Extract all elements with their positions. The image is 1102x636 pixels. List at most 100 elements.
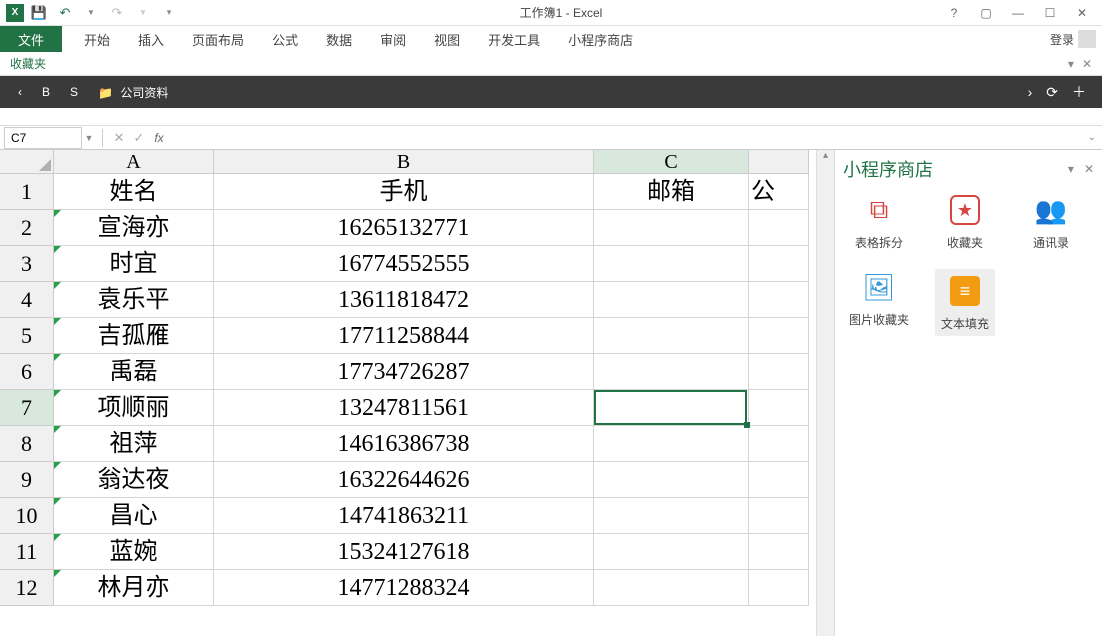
cell[interactable] xyxy=(749,390,809,426)
select-all-corner[interactable] xyxy=(0,150,54,174)
cell[interactable] xyxy=(594,498,749,534)
maximize-button[interactable]: ☐ xyxy=(1038,3,1062,23)
panel-close-icon[interactable]: ✕ xyxy=(1084,162,1094,176)
cell[interactable]: 13247811561 xyxy=(214,390,594,426)
cell[interactable]: 祖萍 xyxy=(54,426,214,462)
cell[interactable] xyxy=(594,390,749,426)
cell[interactable]: 14616386738 xyxy=(214,426,594,462)
breadcrumb-folder[interactable]: 📁 公司资料 xyxy=(88,84,178,101)
cell[interactable] xyxy=(749,246,809,282)
cell[interactable]: 昌心 xyxy=(54,498,214,534)
row-header[interactable]: 3 xyxy=(0,246,54,282)
cell[interactable]: 17711258844 xyxy=(214,318,594,354)
tab-home[interactable]: 开始 xyxy=(70,26,124,52)
cell[interactable]: 林月亦 xyxy=(54,570,214,606)
row-header[interactable]: 2 xyxy=(0,210,54,246)
cell[interactable]: 手机 xyxy=(214,174,594,210)
tab-view[interactable]: 视图 xyxy=(420,26,474,52)
cell[interactable]: 16322644626 xyxy=(214,462,594,498)
cell[interactable] xyxy=(594,354,749,390)
cell[interactable] xyxy=(594,318,749,354)
row-header[interactable]: 11 xyxy=(0,534,54,570)
qat-customize[interactable]: ▾ xyxy=(158,2,180,24)
cell[interactable] xyxy=(594,246,749,282)
name-box-dropdown[interactable]: ▼ xyxy=(82,133,96,143)
cell[interactable]: 禹磊 xyxy=(54,354,214,390)
refresh-icon[interactable]: ⟳ xyxy=(1046,84,1058,101)
cell[interactable]: 邮箱 xyxy=(594,174,749,210)
favbar-dropdown-icon[interactable]: ▾ xyxy=(1068,57,1074,71)
minimize-button[interactable]: — xyxy=(1006,3,1030,23)
col-header-a[interactable]: A xyxy=(54,150,214,174)
panel-dropdown-icon[interactable]: ▾ xyxy=(1068,162,1074,176)
tab-layout[interactable]: 页面布局 xyxy=(178,26,258,52)
cell[interactable]: 14741863211 xyxy=(214,498,594,534)
tab-review[interactable]: 审阅 xyxy=(366,26,420,52)
cell[interactable]: 16774552555 xyxy=(214,246,594,282)
cell[interactable] xyxy=(749,210,809,246)
redo-dropdown[interactable]: ▼ xyxy=(132,2,154,24)
login-button[interactable]: 登录 xyxy=(1050,30,1102,48)
accept-formula-icon[interactable]: ✓ xyxy=(129,130,149,146)
tab-file[interactable]: 文件 xyxy=(0,26,62,52)
row-header[interactable]: 6 xyxy=(0,354,54,390)
name-box[interactable]: C7 xyxy=(4,127,82,149)
cell[interactable]: 17734726287 xyxy=(214,354,594,390)
row-header[interactable]: 12 xyxy=(0,570,54,606)
tab-data[interactable]: 数据 xyxy=(312,26,366,52)
vertical-scrollbar[interactable]: ▴ xyxy=(816,150,834,636)
formula-expand-icon[interactable]: ⌄ xyxy=(1082,132,1102,143)
redo-button[interactable]: ↷ xyxy=(106,2,128,24)
cell[interactable]: 15324127618 xyxy=(214,534,594,570)
col-header-c[interactable]: C xyxy=(594,150,749,174)
app-item-split[interactable]: ⧉表格拆分 xyxy=(849,192,909,251)
cell[interactable] xyxy=(749,570,809,606)
formula-input[interactable] xyxy=(169,127,1082,149)
cell[interactable] xyxy=(594,462,749,498)
col-header-d[interactable] xyxy=(749,150,809,174)
app-item-text[interactable]: ≡文本填充 xyxy=(935,269,995,336)
help-button[interactable]: ? xyxy=(942,3,966,23)
row-header[interactable]: 9 xyxy=(0,462,54,498)
undo-dropdown[interactable]: ▼ xyxy=(80,2,102,24)
cell[interactable] xyxy=(749,318,809,354)
cancel-formula-icon[interactable]: ✕ xyxy=(109,130,129,146)
nav-back-icon[interactable]: ‹ xyxy=(8,85,32,99)
tab-developer[interactable]: 开发工具 xyxy=(474,26,554,52)
cell[interactable]: 蓝婉 xyxy=(54,534,214,570)
row-header[interactable]: 4 xyxy=(0,282,54,318)
cell[interactable] xyxy=(749,426,809,462)
ribbon-display-button[interactable]: ▢ xyxy=(974,3,998,23)
cell[interactable] xyxy=(749,534,809,570)
close-button[interactable]: ✕ xyxy=(1070,3,1094,23)
cell[interactable]: 吉孤雁 xyxy=(54,318,214,354)
cell[interactable] xyxy=(749,498,809,534)
row-header[interactable]: 10 xyxy=(0,498,54,534)
col-header-b[interactable]: B xyxy=(214,150,594,174)
app-item-pic[interactable]: 🖼图片收藏夹 xyxy=(849,269,909,336)
save-button[interactable]: 💾 xyxy=(28,2,50,24)
cell[interactable] xyxy=(594,570,749,606)
cell[interactable]: 14771288324 xyxy=(214,570,594,606)
fx-icon[interactable]: fx xyxy=(149,131,169,145)
tab-formula[interactable]: 公式 xyxy=(258,26,312,52)
cell[interactable]: 姓名 xyxy=(54,174,214,210)
cell[interactable] xyxy=(594,426,749,462)
row-header[interactable]: 7 xyxy=(0,390,54,426)
row-header[interactable]: 8 xyxy=(0,426,54,462)
cell[interactable]: 16265132771 xyxy=(214,210,594,246)
cell[interactable]: 公 xyxy=(749,174,809,210)
cell[interactable] xyxy=(594,210,749,246)
row-header[interactable]: 1 xyxy=(0,174,54,210)
cell[interactable] xyxy=(594,282,749,318)
cell[interactable]: 项顺丽 xyxy=(54,390,214,426)
tab-insert[interactable]: 插入 xyxy=(124,26,178,52)
cell[interactable]: 袁乐平 xyxy=(54,282,214,318)
cell[interactable]: 时宜 xyxy=(54,246,214,282)
row-header[interactable]: 5 xyxy=(0,318,54,354)
app-item-fav[interactable]: ★收藏夹 xyxy=(935,192,995,251)
cell[interactable] xyxy=(749,282,809,318)
nav-forward-icon[interactable]: › xyxy=(1028,84,1033,100)
cell[interactable] xyxy=(749,462,809,498)
spreadsheet-grid[interactable]: A B C 1姓名手机邮箱公2宣海亦162651327713时宜16774552… xyxy=(0,150,816,636)
